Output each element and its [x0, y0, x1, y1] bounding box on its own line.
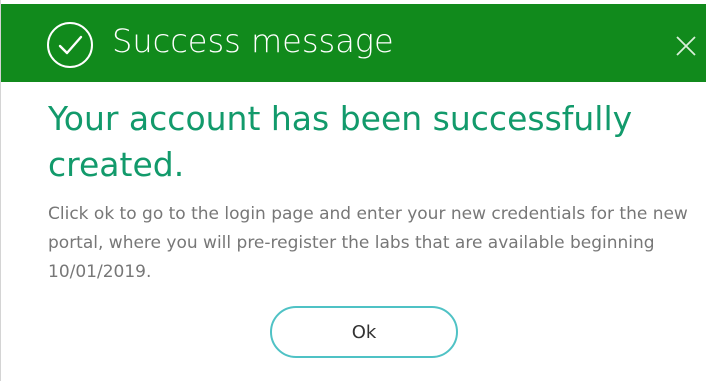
- check-circle-icon: [45, 20, 95, 70]
- close-icon[interactable]: [673, 33, 699, 59]
- dialog-title: Success message: [112, 22, 394, 60]
- dialog-header: Success message: [1, 0, 706, 82]
- success-message: Click ok to go to the login page and ent…: [48, 204, 688, 282]
- ok-button[interactable]: Ok: [270, 306, 458, 358]
- success-heading: Your account has been successfully creat…: [48, 99, 633, 184]
- success-dialog: Success message Your account has been su…: [0, 0, 706, 381]
